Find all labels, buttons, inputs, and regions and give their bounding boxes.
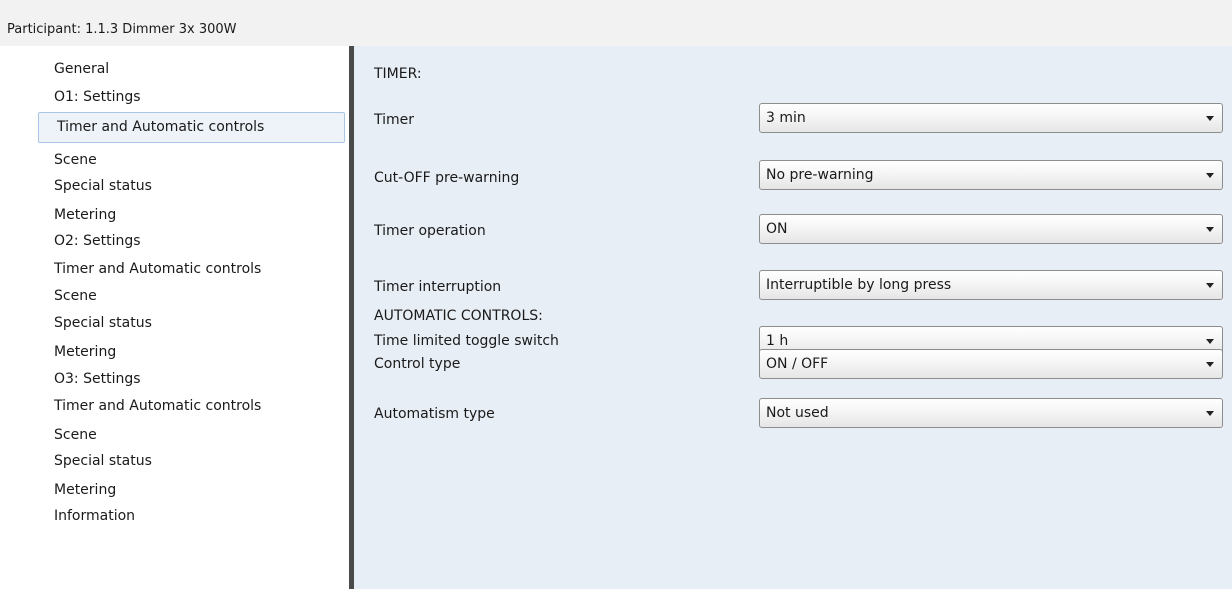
automatism-type-select[interactable]: Not used bbox=[759, 398, 1223, 428]
sidebar-item-o1-settings[interactable]: O1: Settings bbox=[38, 84, 344, 110]
title-bar: Participant: 1.1.3 Dimmer 3x 300W bbox=[0, 0, 1232, 46]
timer-select[interactable]: 3 min bbox=[759, 103, 1223, 133]
sidebar-item-o3-settings[interactable]: O3: Settings bbox=[38, 366, 344, 392]
automatism-type-value: Not used bbox=[766, 405, 829, 421]
control-type-value: ON / OFF bbox=[766, 356, 829, 372]
timer-value: 3 min bbox=[766, 110, 806, 126]
participant-title: Participant: 1.1.3 Dimmer 3x 300W bbox=[7, 22, 237, 37]
control-type-select[interactable]: ON / OFF bbox=[759, 349, 1223, 379]
sidebar-item-information[interactable]: Information bbox=[38, 503, 344, 529]
time-limited-toggle-value: 1 h bbox=[766, 333, 789, 349]
sidebar-item-o3-special-status[interactable]: Special status bbox=[38, 448, 344, 474]
sidebar-item-general[interactable]: General bbox=[38, 56, 344, 82]
timer-section-title: TIMER: bbox=[374, 66, 422, 82]
sidebar-item-o2-metering[interactable]: Metering bbox=[38, 339, 344, 365]
chevron-down-icon bbox=[1206, 227, 1214, 232]
sidebar-item-o3-metering[interactable]: Metering bbox=[38, 477, 344, 503]
sidebar-item-o1-timer-automatic-controls[interactable]: Timer and Automatic controls bbox=[38, 112, 345, 143]
control-type-label: Control type bbox=[374, 356, 461, 372]
timer-operation-label: Timer operation bbox=[374, 223, 486, 239]
automatic-controls-section-title: AUTOMATIC CONTROLS: bbox=[374, 308, 543, 324]
sidebar: General O1: Settings Timer and Automatic… bbox=[0, 46, 349, 589]
chevron-down-icon bbox=[1206, 116, 1214, 121]
timer-operation-select[interactable]: ON bbox=[759, 214, 1223, 244]
chevron-down-icon bbox=[1206, 362, 1214, 367]
chevron-down-icon bbox=[1206, 173, 1214, 178]
parameter-panel: TIMER: Timer 3 min Cut-OFF pre-warning N… bbox=[354, 46, 1232, 589]
sidebar-item-o1-special-status[interactable]: Special status bbox=[38, 173, 344, 199]
chevron-down-icon bbox=[1206, 411, 1214, 416]
cutoff-prewarning-select[interactable]: No pre-warning bbox=[759, 160, 1223, 190]
sidebar-item-o2-settings[interactable]: O2: Settings bbox=[38, 228, 344, 254]
cutoff-prewarning-label: Cut-OFF pre-warning bbox=[374, 170, 520, 186]
automatism-type-label: Automatism type bbox=[374, 406, 495, 422]
cutoff-prewarning-value: No pre-warning bbox=[766, 167, 874, 183]
chevron-down-icon bbox=[1206, 339, 1214, 344]
timer-label: Timer bbox=[374, 112, 415, 128]
time-limited-toggle-label: Time limited toggle switch bbox=[374, 333, 559, 349]
sidebar-item-o3-timer-automatic-controls[interactable]: Timer and Automatic controls bbox=[38, 393, 344, 419]
timer-interruption-label: Timer interruption bbox=[374, 279, 502, 295]
sidebar-item-o2-special-status[interactable]: Special status bbox=[38, 310, 344, 336]
timer-interruption-value: Interruptible by long press bbox=[766, 277, 952, 293]
sidebar-item-o1-scene[interactable]: Scene bbox=[38, 147, 344, 173]
sidebar-item-o2-timer-automatic-controls[interactable]: Timer and Automatic controls bbox=[38, 256, 344, 282]
timer-interruption-select[interactable]: Interruptible by long press bbox=[759, 270, 1223, 300]
timer-operation-value: ON bbox=[766, 221, 788, 237]
sidebar-item-o1-metering[interactable]: Metering bbox=[38, 202, 344, 228]
sidebar-item-o2-scene[interactable]: Scene bbox=[38, 283, 344, 309]
sidebar-item-o3-scene[interactable]: Scene bbox=[38, 422, 344, 448]
chevron-down-icon bbox=[1206, 283, 1214, 288]
